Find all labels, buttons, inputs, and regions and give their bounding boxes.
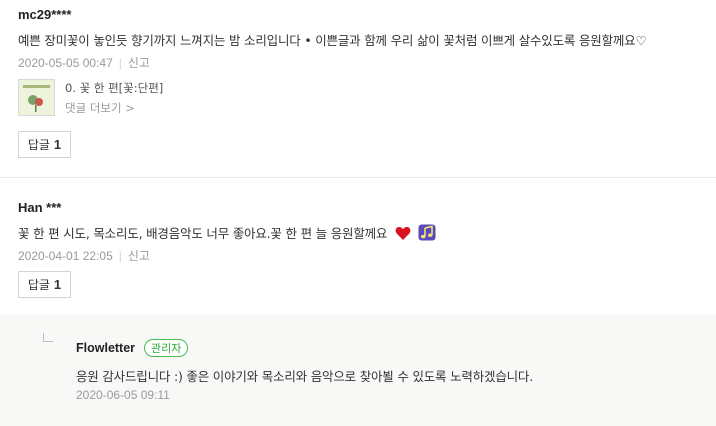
- comment-text: 꽃 한 편 시도, 목소리도, 배경음악도 너무 좋아요.꽃 한 편 늘 응원할…: [18, 226, 388, 241]
- comment-meta: 2020-05-05 00:47 | 신고: [18, 54, 150, 71]
- report-link[interactable]: 신고: [128, 249, 150, 263]
- reply-count: 1: [53, 277, 62, 292]
- heart-icon: [395, 226, 411, 240]
- reply-button-label: 답글: [27, 138, 50, 152]
- reply-button[interactable]: 답글 1: [18, 271, 71, 298]
- more-comments-link[interactable]: 댓글 더보기 >: [65, 100, 135, 116]
- reply-button[interactable]: 답글 1: [18, 131, 71, 158]
- admin-reply: Flowletter 관리자 응원 감사드립니다 :) 좋은 이야기와 목소리와…: [0, 315, 716, 426]
- admin-badge: 관리자: [144, 339, 189, 357]
- comment-text-row: 꽃 한 편 시도, 목소리도, 배경음악도 너무 좋아요.꽃 한 편 늘 응원할…: [18, 223, 436, 242]
- post-thumbnail[interactable]: [18, 79, 55, 116]
- reply-arrow-icon: [43, 333, 53, 342]
- reply-button-label: 답글: [27, 278, 50, 292]
- report-link[interactable]: 신고: [128, 56, 150, 70]
- comment-date: 2020-04-01 22:05: [18, 249, 113, 263]
- meta-divider: |: [118, 56, 122, 70]
- comment-meta: 2020-04-01 22:05 | 신고: [18, 247, 150, 264]
- comment-author[interactable]: Han ***: [18, 200, 61, 215]
- post-title[interactable]: 0. 꽃 한 편[꽃:단편]: [65, 80, 163, 96]
- comment-text: 예쁜 장미꽃이 놓인듯 향기까지 느껴지는 밤 소리입니다 • 이쁜글과 함께 …: [18, 33, 647, 48]
- comment-1: mc29**** 예쁜 장미꽃이 놓인듯 향기까지 느껴지는 밤 소리입니다 •…: [0, 0, 716, 178]
- meta-divider: |: [118, 249, 122, 263]
- comment-2: Han *** 꽃 한 편 시도, 목소리도, 배경음악도 너무 좋아요.꽃 한…: [0, 179, 716, 309]
- reply-count: 1: [53, 137, 62, 152]
- music-note-icon: [418, 224, 436, 241]
- reply-author[interactable]: Flowletter: [76, 341, 135, 355]
- reply-text: 응원 감사드립니다 :) 좋은 이야기와 목소리와 음악으로 찾아뵐 수 있도록…: [76, 369, 533, 384]
- comment-date: 2020-05-05 00:47: [18, 56, 113, 70]
- reply-date: 2020-06-05 09:11: [76, 388, 170, 402]
- comment-author[interactable]: mc29****: [18, 7, 72, 22]
